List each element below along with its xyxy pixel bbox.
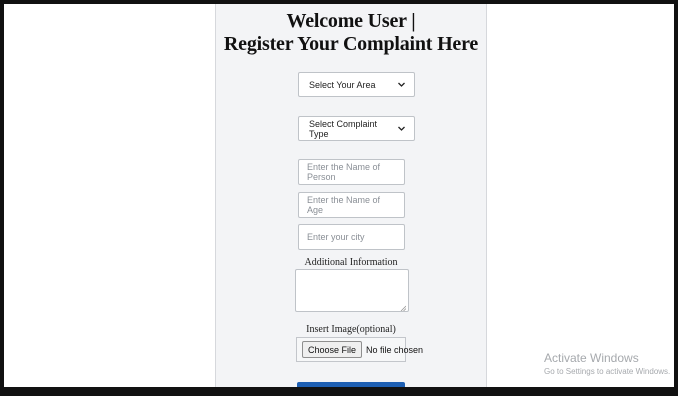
register-complaint-heading: Register Your Complaint Here bbox=[223, 33, 479, 55]
choose-file-button[interactable]: Choose File bbox=[302, 341, 363, 358]
submit-button[interactable]: Submit bbox=[297, 382, 405, 387]
age-placeholder: Enter the Name of Age bbox=[307, 195, 381, 215]
city-input[interactable]: Enter your city bbox=[298, 224, 405, 250]
file-status-text: No file chosen bbox=[366, 344, 424, 355]
complaint-form-panel: Welcome User | Register Your Complaint H… bbox=[215, 4, 487, 387]
image-file-input[interactable]: Choose File No file chosen bbox=[296, 337, 423, 362]
city-placeholder: Enter your city bbox=[307, 232, 365, 242]
person-name-input[interactable]: Enter the Name of Person bbox=[298, 159, 405, 185]
age-input[interactable]: Enter the Name of Age bbox=[298, 192, 405, 218]
complaint-type-select-value: Select Complaint Type bbox=[309, 118, 378, 139]
chevron-down-icon bbox=[397, 124, 406, 133]
area-select-value: Select Your Area bbox=[309, 79, 376, 90]
person-name-placeholder: Enter the Name of Person bbox=[307, 162, 381, 182]
insert-image-label: Insert Image(optional) bbox=[306, 324, 396, 335]
chevron-down-icon bbox=[397, 80, 406, 89]
browser-viewport: Welcome User | Register Your Complaint H… bbox=[0, 0, 678, 396]
activate-windows-title: Activate Windows bbox=[544, 351, 639, 365]
complaint-type-select[interactable]: Select Complaint Type bbox=[298, 116, 415, 141]
additional-information-textarea[interactable] bbox=[295, 269, 409, 312]
area-select[interactable]: Select Your Area bbox=[298, 72, 415, 97]
additional-information-label: Additional Information bbox=[304, 257, 398, 268]
resize-grip-icon[interactable] bbox=[400, 303, 407, 312]
welcome-heading: Welcome User | bbox=[286, 10, 416, 32]
activate-windows-subtitle: Go to Settings to activate Windows. bbox=[544, 367, 671, 376]
